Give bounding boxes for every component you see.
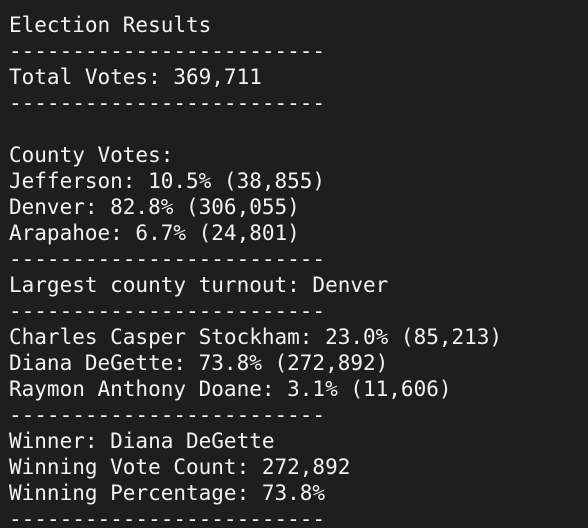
candidate-line-doane: Raymon Anthony Doane: 3.1% (11,606) — [9, 377, 452, 401]
county-votes-heading: County Votes: — [9, 143, 174, 167]
winning-percentage-line: Winning Percentage: 73.8% — [9, 481, 326, 505]
winner-line: Winner: Diana DeGette — [9, 429, 275, 453]
divider: ------------------------- — [9, 247, 326, 271]
county-line-jefferson: Jefferson: 10.5% (38,855) — [9, 169, 326, 193]
candidate-line-degette: Diana DeGette: 73.8% (272,892) — [9, 351, 389, 375]
candidate-line-stockham: Charles Casper Stockham: 23.0% (85,213) — [9, 325, 503, 349]
terminal-output: Election Results -----------------------… — [0, 0, 588, 528]
winning-vote-count-line: Winning Vote Count: 272,892 — [9, 455, 351, 479]
divider: ------------------------- — [9, 91, 326, 115]
total-votes-line: Total Votes: 369,711 — [9, 65, 262, 89]
divider: ------------------------- — [9, 299, 326, 323]
divider: ------------------------- — [9, 39, 326, 63]
county-line-denver: Denver: 82.8% (306,055) — [9, 195, 300, 219]
county-line-arapahoe: Arapahoe: 6.7% (24,801) — [9, 221, 300, 245]
divider: ------------------------- — [9, 403, 326, 427]
results-title: Election Results — [9, 13, 212, 37]
largest-county-line: Largest county turnout: Denver — [9, 273, 389, 297]
divider: ------------------------- — [9, 507, 326, 528]
